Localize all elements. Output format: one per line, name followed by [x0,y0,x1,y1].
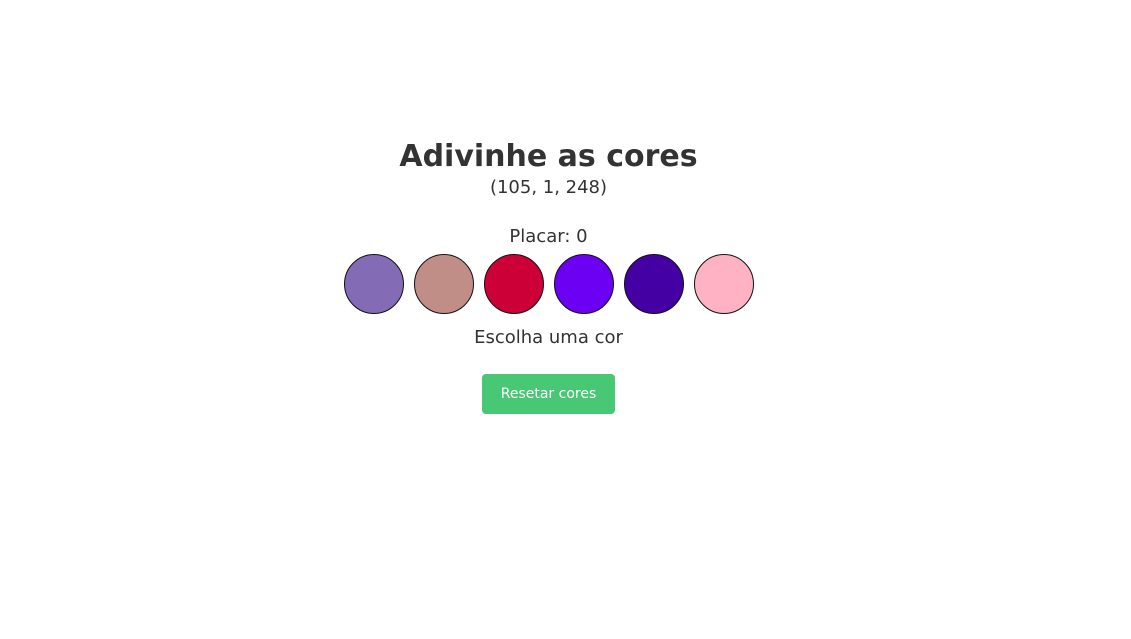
score-label: Placar: 0 [509,226,588,247]
status-message: Escolha uma cor [474,327,623,348]
color-circle-1[interactable] [344,254,404,314]
game-container: Adivinhe as cores (105, 1, 248) Placar: … [0,0,1131,639]
color-circle-3[interactable] [484,254,544,314]
page-title: Adivinhe as cores [399,139,698,174]
color-circle-4[interactable] [554,254,614,314]
target-rgb-text: (105, 1, 248) [489,177,608,198]
color-circle-2[interactable] [414,254,474,314]
color-circle-5[interactable] [624,254,684,314]
reset-colors-button[interactable]: Resetar cores [482,374,615,414]
color-options [344,254,754,314]
color-circle-6[interactable] [694,254,754,314]
